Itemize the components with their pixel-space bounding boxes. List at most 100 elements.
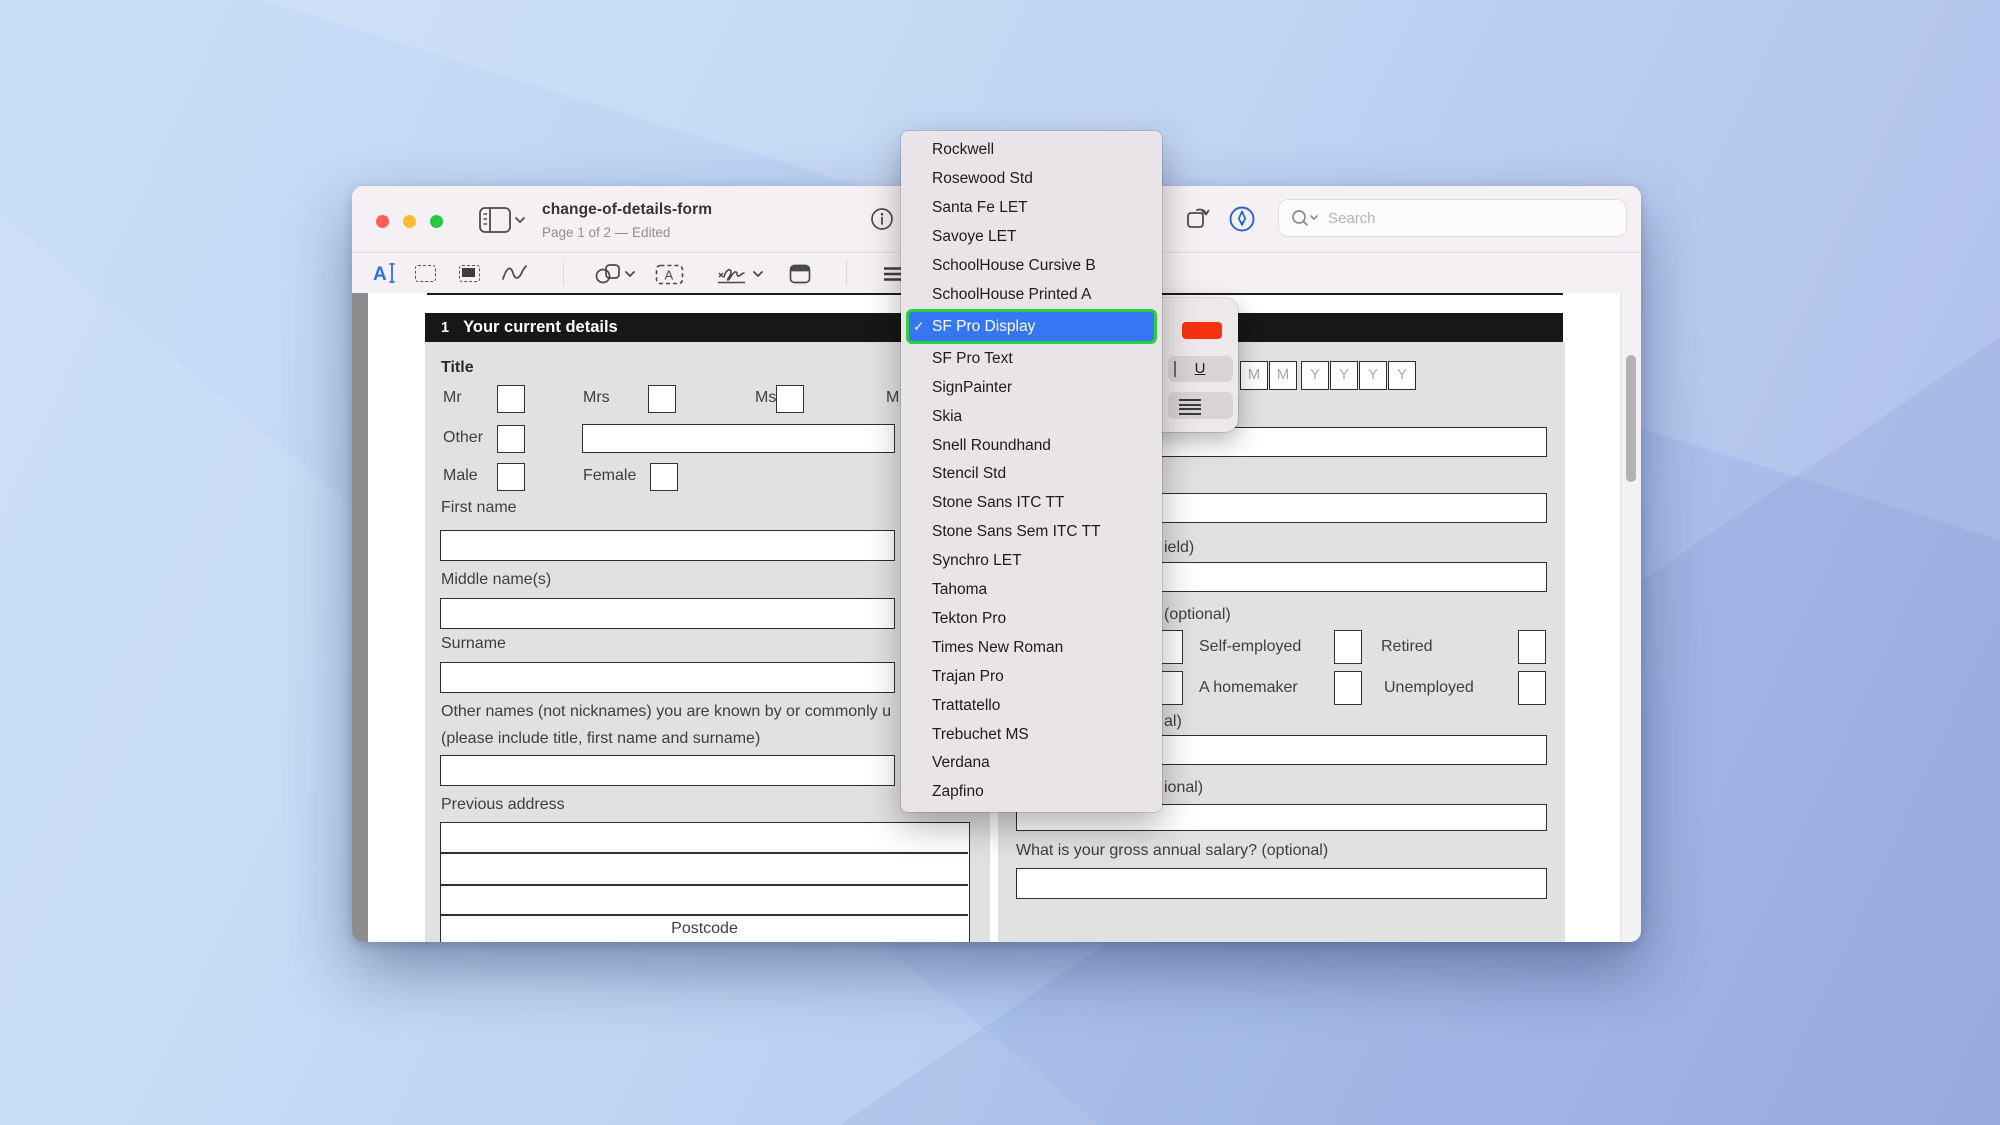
font-menu-item-label: Times New Roman [932, 639, 1063, 657]
font-menu-item-label: Trebuchet MS [932, 726, 1029, 744]
font-menu-item-label: Santa Fe LET [932, 199, 1028, 217]
date-box[interactable]: Y [1330, 361, 1358, 390]
font-menu-item[interactable]: Trajan Pro [901, 662, 1162, 691]
address-row-divider [441, 914, 968, 916]
font-menu-item[interactable]: Synchro LET [901, 547, 1162, 576]
previous-address-box[interactable]: Postcode [440, 822, 970, 942]
scrollbar-track[interactable] [1620, 293, 1641, 942]
date-box[interactable]: M [1240, 361, 1268, 390]
font-menu-item[interactable]: Stencil Std [901, 460, 1162, 489]
alignment-button[interactable] [1168, 392, 1233, 419]
date-box[interactable]: M [1269, 361, 1297, 390]
right-label-fragment-3: al) [1164, 713, 1182, 731]
font-menu-item[interactable]: SignPainter [901, 373, 1162, 402]
sketch-tool-button[interactable] [500, 263, 530, 283]
underline-style-buttons[interactable]: U [1168, 356, 1233, 382]
close-window-button[interactable] [376, 215, 389, 228]
text-selection-tool-button[interactable]: A [372, 260, 400, 286]
text-color-swatch-button[interactable] [1182, 322, 1222, 339]
male-label: Male [443, 467, 478, 485]
markup-pen-icon [1228, 205, 1256, 233]
zoom-window-button[interactable] [430, 215, 443, 228]
date-box[interactable]: Y [1388, 361, 1416, 390]
font-menu-item[interactable]: Rosewood Std [901, 165, 1162, 194]
text-box-tool-button[interactable]: A [655, 264, 684, 285]
font-menu-item[interactable]: Savoye LET [901, 223, 1162, 252]
other-names-field[interactable] [440, 755, 895, 786]
homemaker-checkbox[interactable] [1334, 671, 1362, 705]
font-menu-item-label: SchoolHouse Cursive B [932, 257, 1096, 275]
note-icon [789, 264, 811, 284]
button-segment-divider [1174, 361, 1176, 377]
font-menu-item[interactable]: SchoolHouse Printed A [901, 281, 1162, 310]
font-menu-item[interactable]: Tahoma [901, 576, 1162, 605]
font-menu-item[interactable]: Zapfino [901, 778, 1162, 807]
window-title: change-of-details-form [542, 201, 712, 219]
font-menu-item[interactable]: Snell Roundhand [901, 431, 1162, 460]
underline-button[interactable]: U [1186, 359, 1214, 379]
font-menu-item[interactable]: Trattatello [901, 691, 1162, 720]
address-row-divider [441, 852, 968, 854]
rectangular-selection-tool-button[interactable] [415, 265, 436, 282]
font-menu-item[interactable]: SF Pro Text [901, 344, 1162, 373]
shapes-tool-button[interactable] [594, 263, 638, 285]
sidebar-toggle-button[interactable] [478, 205, 526, 235]
male-checkbox[interactable] [497, 463, 525, 491]
markup-toolbar-button[interactable] [1228, 205, 1256, 233]
self-employed-checkbox[interactable] [1334, 630, 1362, 664]
first-name-field[interactable] [440, 530, 895, 561]
font-menu-item[interactable]: Santa Fe LET [901, 194, 1162, 223]
postcode-label: Postcode [441, 920, 968, 938]
font-menu-item[interactable]: Skia [901, 402, 1162, 431]
search-placeholder: Search [1328, 210, 1376, 227]
previous-address-label: Previous address [441, 796, 565, 814]
note-tool-button[interactable] [789, 264, 811, 284]
mr-checkbox[interactable] [497, 385, 525, 413]
font-menu-item[interactable]: Times New Roman [901, 633, 1162, 662]
signature-icon [716, 263, 766, 285]
date-box[interactable]: Y [1359, 361, 1387, 390]
ms-checkbox[interactable] [776, 385, 804, 413]
right-label-fragment-2: (optional) [1164, 606, 1231, 624]
search-input[interactable]: Search [1278, 199, 1627, 237]
font-menu-item[interactable]: Verdana [901, 749, 1162, 778]
font-menu-item[interactable]: Tekton Pro [901, 605, 1162, 634]
info-button[interactable] [870, 207, 894, 231]
text-select-icon: A [372, 260, 400, 286]
shapes-icon [594, 263, 638, 285]
date-box[interactable]: Y [1301, 361, 1329, 390]
font-menu-item[interactable]: Stone Sans Sem ITC TT [901, 518, 1162, 547]
mr-label: Mr [443, 389, 462, 407]
font-menu-item[interactable]: ✓SF Pro Display [906, 309, 1157, 344]
font-menu-item[interactable]: SchoolHouse Cursive B [901, 252, 1162, 281]
surname-label: Surname [441, 635, 506, 653]
salary-field[interactable] [1016, 868, 1547, 899]
female-label: Female [583, 467, 636, 485]
first-name-label: First name [441, 499, 517, 517]
middle-name-field[interactable] [440, 598, 895, 629]
female-checkbox[interactable] [650, 463, 678, 491]
font-menu-item[interactable]: Stone Sans ITC TT [901, 489, 1162, 518]
mrs-checkbox[interactable] [648, 385, 676, 413]
font-menu-item-label: SignPainter [932, 379, 1012, 397]
surname-field[interactable] [440, 662, 895, 693]
other-title-label: Other [443, 429, 483, 447]
redact-tool-button[interactable] [459, 265, 480, 282]
other-title-checkbox[interactable] [497, 425, 525, 453]
unemployed-checkbox[interactable] [1518, 671, 1546, 705]
rotate-button[interactable] [1184, 204, 1212, 232]
homemaker-label: A homemaker [1199, 679, 1298, 697]
info-icon [870, 207, 894, 231]
font-menu-item[interactable]: Rockwell [901, 136, 1162, 165]
minimize-window-button[interactable] [403, 215, 416, 228]
right-label-fragment-1: ield) [1164, 539, 1194, 557]
signature-tool-button[interactable] [716, 263, 766, 285]
retired-label: Retired [1381, 638, 1433, 656]
font-menu-item-label: Rockwell [932, 141, 994, 159]
scrollbar-thumb[interactable] [1626, 355, 1636, 482]
font-menu-item-label: Trajan Pro [932, 668, 1004, 686]
font-menu-item[interactable]: Trebuchet MS [901, 720, 1162, 749]
miss-label-fragment: M [886, 389, 901, 407]
other-title-field[interactable] [582, 424, 895, 453]
retired-checkbox[interactable] [1518, 630, 1546, 664]
